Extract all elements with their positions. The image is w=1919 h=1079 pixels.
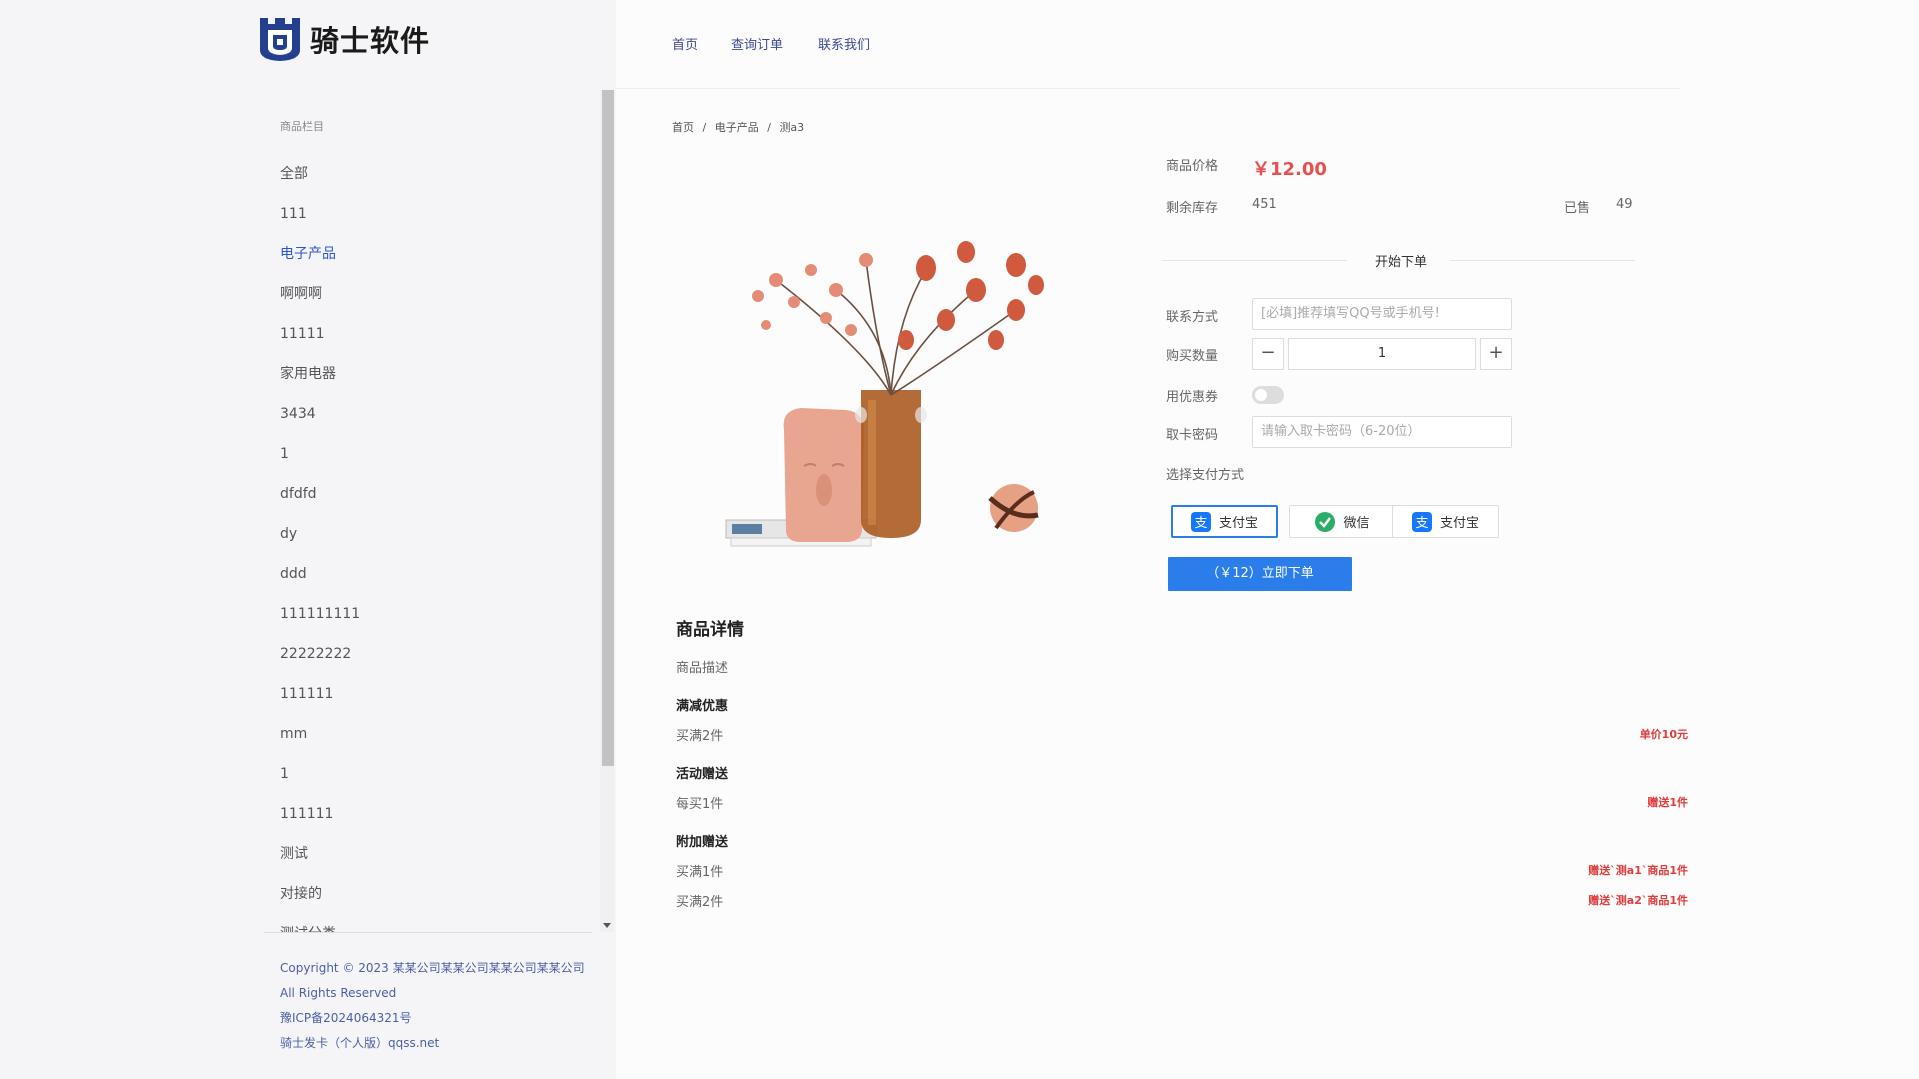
sidebar-item-category[interactable]: ddd	[280, 558, 580, 598]
discount-title: 满减优惠	[676, 699, 729, 714]
start-order-label: 开始下单	[1374, 255, 1427, 270]
breadcrumb-sep: /	[767, 121, 771, 134]
wechat-icon	[1315, 511, 1336, 532]
knight-logo-icon	[260, 18, 300, 61]
coupon-label: 用优惠券	[1166, 390, 1219, 405]
qty-input[interactable]: 1	[1288, 338, 1476, 370]
nav-contact[interactable]: 联系我们	[818, 34, 870, 53]
sidebar-item-category[interactable]: 3434	[280, 398, 580, 438]
pay-method-name: 支付宝	[1439, 516, 1479, 531]
footer-brand[interactable]: 骑士发卡（个人版）qqss.net	[280, 1031, 585, 1056]
sidebar-item-category[interactable]: 对接的	[280, 878, 580, 918]
category-list: 全部 111 电子产品 啊啊啊 11111 家用电器 3434 1 dfdfd dy ddd 1111…	[280, 158, 580, 932]
alipay-icon: 支	[1190, 511, 1211, 532]
contact-label: 联系方式	[1166, 310, 1219, 325]
scrollbar-thumb[interactable]	[602, 90, 614, 766]
qty-minus-button[interactable]: −	[1252, 338, 1284, 370]
breadcrumb: 首页 / 电子产品 / 测a3	[672, 119, 809, 135]
footer-rights: All Rights Reserved	[280, 986, 397, 1000]
contact-input[interactable]: [必填]推荐填写QQ号或手机号!	[1252, 298, 1512, 330]
scroll-down-arrow-icon[interactable]	[603, 923, 611, 928]
logo-text: 骑士软件	[310, 24, 431, 58]
extra-value-2: 赠送`测a2`商品1件	[1588, 894, 1688, 907]
stock-label: 剩余库存	[1166, 201, 1219, 216]
qty-label: 购买数量	[1166, 349, 1219, 364]
sidebar-item-category[interactable]: 啊啊啊	[280, 278, 580, 318]
sidebar-item-category[interactable]: 22222222	[280, 638, 580, 678]
sidebar-item-category[interactable]: 111111	[280, 798, 580, 838]
gift-title: 活动赠送	[676, 767, 729, 782]
sidebar-item-category[interactable]: 1	[280, 438, 580, 478]
toggle-knob	[1255, 389, 1267, 401]
sidebar-item-category[interactable]: 测试分类	[280, 918, 580, 932]
stock-value: 451	[1252, 197, 1277, 212]
breadcrumb-sep: /	[702, 121, 707, 134]
extra-rule-1: 买满1件	[676, 865, 724, 880]
extra-gift-title: 附加赠送	[676, 835, 729, 850]
coupon-toggle[interactable]	[1252, 386, 1284, 404]
footer: Copyright © 2023 某某公司某某公司某某公司某某公司 All Ri…	[280, 956, 585, 1056]
qty-plus-button[interactable]: +	[1480, 338, 1512, 370]
category-title: 商品栏目	[280, 120, 324, 133]
discount-value: 单价10元	[1639, 728, 1688, 741]
sidebar-item-category[interactable]: 111111111	[280, 598, 580, 638]
sidebar-item-category[interactable]: 1	[280, 758, 580, 798]
price-label: 商品价格	[1166, 159, 1219, 174]
footer-copyright: Copyright © 2023 某某公司某某公司某某公司某某公司	[280, 961, 585, 975]
product-image	[725, 241, 1044, 547]
submit-order-button[interactable]: （￥12）立即下单	[1168, 557, 1352, 591]
details-desc: 商品描述	[676, 661, 729, 676]
sidebar-item-category[interactable]: 家用电器	[280, 358, 580, 398]
category-list-panel: 商品栏目 全部 111 电子产品 啊啊啊 11111 家用电器 3434 1 dfdfd dy dd…	[264, 90, 602, 932]
sidebar-item-category[interactable]: 全部	[280, 158, 580, 198]
nav-home[interactable]: 首页	[672, 34, 698, 53]
logo[interactable]: 骑士软件	[258, 16, 430, 62]
svg-text:支: 支	[1415, 516, 1428, 531]
pay-alipay-button[interactable]: 支 支付宝	[1171, 505, 1278, 538]
sidebar: 骑士软件 商品栏目 全部 111 电子产品 啊啊啊 11111 家用电器 3434 1 dfdf…	[0, 0, 616, 1079]
sold-label: 已售	[1564, 201, 1591, 216]
sidebar-item-category[interactable]: 111	[280, 198, 580, 238]
price-value: ￥12.00	[1252, 159, 1327, 180]
sold-value: 49	[1616, 197, 1633, 212]
gift-rule: 每买1件	[676, 797, 724, 812]
sidebar-item-category[interactable]: 111111	[280, 678, 580, 718]
sidebar-item-category[interactable]: mm	[280, 718, 580, 758]
sidebar-item-category[interactable]: 电子产品	[280, 238, 580, 278]
pay-method-label: 选择支付方式	[1166, 468, 1245, 483]
sidebar-item-category[interactable]: dfdfd	[280, 478, 580, 518]
pay-wechat-button[interactable]: 微信	[1289, 505, 1396, 538]
sidebar-scrollbar[interactable]	[600, 90, 614, 932]
sidebar-item-category[interactable]: 测试	[280, 838, 580, 878]
card-password-input[interactable]: 请输入取卡密码（6-20位）	[1252, 416, 1512, 448]
pay-method-name: 支付宝	[1218, 516, 1258, 531]
footer-icp[interactable]: 豫ICP备2024064321号	[280, 1006, 585, 1031]
main-content: 首页 查询订单 联系我们 首页 / 电子产品 / 测a3 商品价格 ￥12.00…	[616, 0, 1919, 1079]
extra-rule-2: 买满2件	[676, 895, 724, 910]
pay-method-name: 微信	[1343, 516, 1370, 531]
gift-value: 赠送1件	[1647, 796, 1688, 809]
top-nav: 首页 查询订单 联系我们	[616, 0, 1680, 89]
details-title: 商品详情	[676, 620, 744, 640]
breadcrumb-product: 测a3	[779, 121, 805, 134]
nav-query-order[interactable]: 查询订单	[731, 34, 783, 53]
svg-text:支: 支	[1194, 516, 1207, 531]
breadcrumb-category[interactable]: 电子产品	[715, 121, 759, 134]
card-password-label: 取卡密码	[1166, 428, 1219, 443]
breadcrumb-home[interactable]: 首页	[672, 121, 694, 134]
pay-alipay-button-2[interactable]: 支 支付宝	[1392, 505, 1499, 538]
alipay-icon: 支	[1411, 511, 1432, 532]
extra-value-1: 赠送`测a1`商品1件	[1588, 864, 1688, 877]
sidebar-item-category[interactable]: dy	[280, 518, 580, 558]
sidebar-divider	[264, 932, 592, 933]
sidebar-item-category[interactable]: 11111	[280, 318, 580, 358]
discount-rule: 买满2件	[676, 729, 724, 744]
